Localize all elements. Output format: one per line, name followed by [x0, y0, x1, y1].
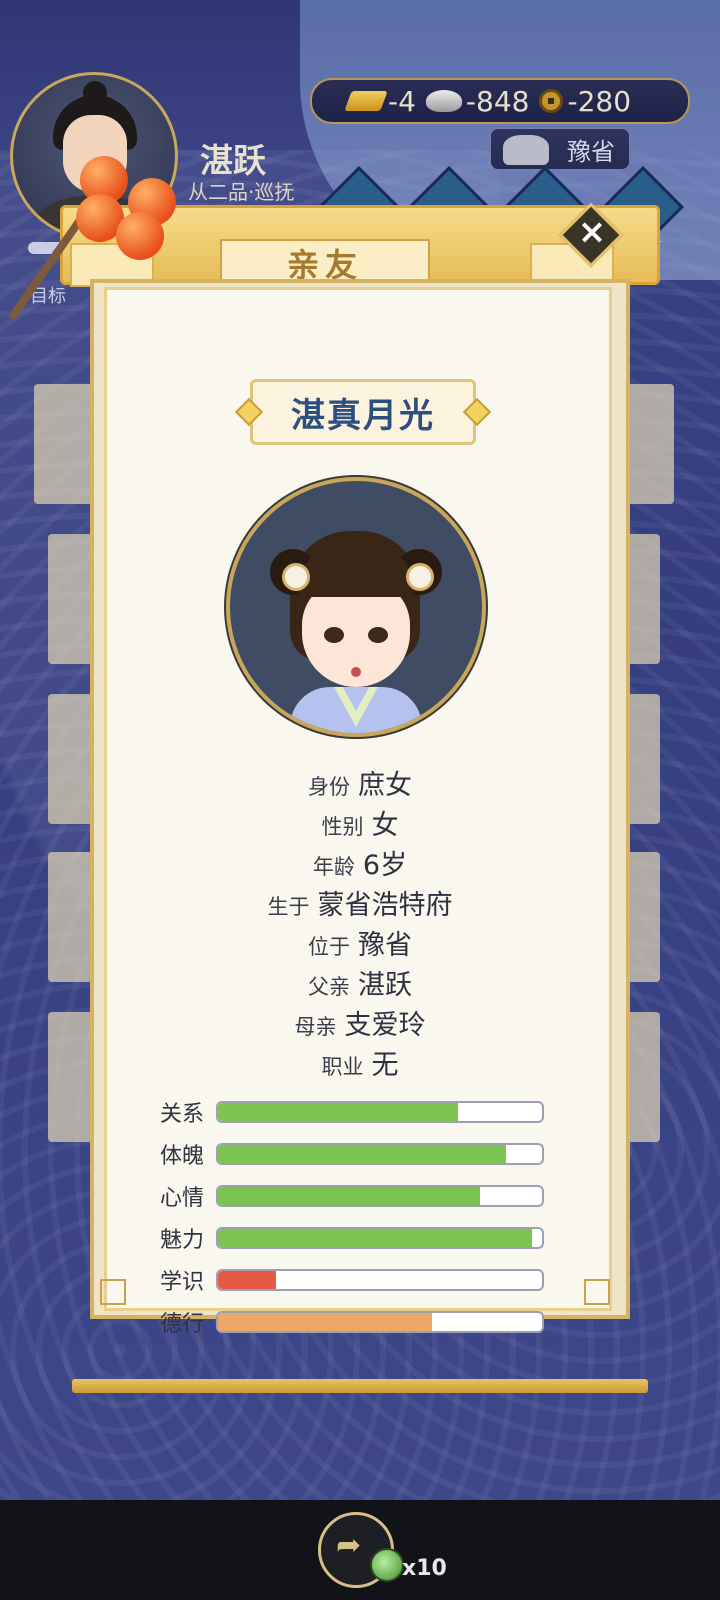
stat-fill — [218, 1103, 458, 1121]
dialog-scroll: 湛真月光 身份 庶女 性别 女 年龄 6岁 生于 蒙省浩特府 位于 豫省 父亲 … — [72, 279, 648, 1393]
background-card — [48, 694, 92, 824]
stat-bar — [216, 1185, 544, 1207]
info-row-identity: 身份 庶女 — [308, 770, 412, 801]
stat-row-physique: 体魄 — [160, 1133, 560, 1175]
background-card — [48, 1012, 92, 1142]
background-card — [48, 534, 92, 664]
background-card — [48, 852, 92, 982]
share-arrow-icon: ➦ — [336, 1528, 362, 1563]
stat-row-relationship: 关系 — [160, 1091, 560, 1133]
stat-fill — [218, 1229, 533, 1247]
official-seal-icon — [503, 135, 549, 165]
player-rank: 从二品·巡抚 — [188, 180, 295, 204]
stat-fill — [218, 1313, 432, 1331]
tanghulu-decoration — [7, 150, 186, 321]
npc-portrait — [226, 477, 486, 737]
stat-bar — [216, 1269, 544, 1291]
jade-reward-icon — [370, 1548, 404, 1582]
stat-row-charm: 魅力 — [160, 1217, 560, 1259]
npc-name-plate: 湛真月光 — [250, 379, 476, 445]
info-row-birthplace: 生于 蒙省浩特府 — [267, 890, 453, 921]
player-name: 湛跃 — [200, 141, 266, 180]
gold-ingot-icon — [344, 91, 388, 111]
gold-counter: -4 — [312, 85, 416, 118]
stat-bar — [216, 1227, 544, 1249]
silver-counter: -848 — [420, 85, 529, 118]
stat-fill — [218, 1187, 481, 1205]
copper-coin-icon — [539, 89, 564, 113]
background-card — [34, 384, 94, 504]
stat-row-mood: 心情 — [160, 1175, 560, 1217]
share-reward-count: x10 — [402, 1556, 447, 1581]
stat-bar — [216, 1311, 544, 1333]
info-row-father: 父亲 湛跃 — [308, 970, 412, 1001]
npc-stats: 关系 体魄 心情 魅力 学识 德行 — [160, 1091, 560, 1343]
relative-detail-dialog: 亲友 湛真月光 身份 庶女 性别 女 年龄 6岁 生于 蒙省浩特府 位于 豫省 … — [60, 205, 660, 1393]
close-icon[interactable]: × — [570, 210, 614, 254]
info-row-location: 位于 豫省 — [308, 930, 412, 961]
stat-fill — [218, 1271, 277, 1289]
info-row-mother: 母亲 支爱玲 — [294, 1010, 426, 1041]
stat-fill — [218, 1145, 507, 1163]
stat-bar — [216, 1143, 544, 1165]
info-row-age: 年龄 6岁 — [312, 850, 408, 881]
silver-ingot-icon — [425, 90, 462, 112]
npc-name: 湛真月光 — [291, 395, 435, 436]
stat-row-virtue: 德行 — [160, 1301, 560, 1343]
location-button[interactable]: 豫省 — [490, 128, 630, 170]
info-row-occupation: 职业 无 — [321, 1050, 399, 1081]
stat-row-knowledge: 学识 — [160, 1259, 560, 1301]
coin-counter: -280 — [533, 85, 631, 118]
scroll-rod — [72, 1379, 648, 1393]
stat-bar — [216, 1101, 544, 1123]
currency-bar: -4 -848 -280 — [310, 78, 690, 124]
info-row-gender: 性别 女 — [321, 810, 399, 841]
npc-info-list: 身份 庶女 性别 女 年龄 6岁 生于 蒙省浩特府 位于 豫省 父亲 湛跃 母亲… — [90, 763, 630, 1083]
